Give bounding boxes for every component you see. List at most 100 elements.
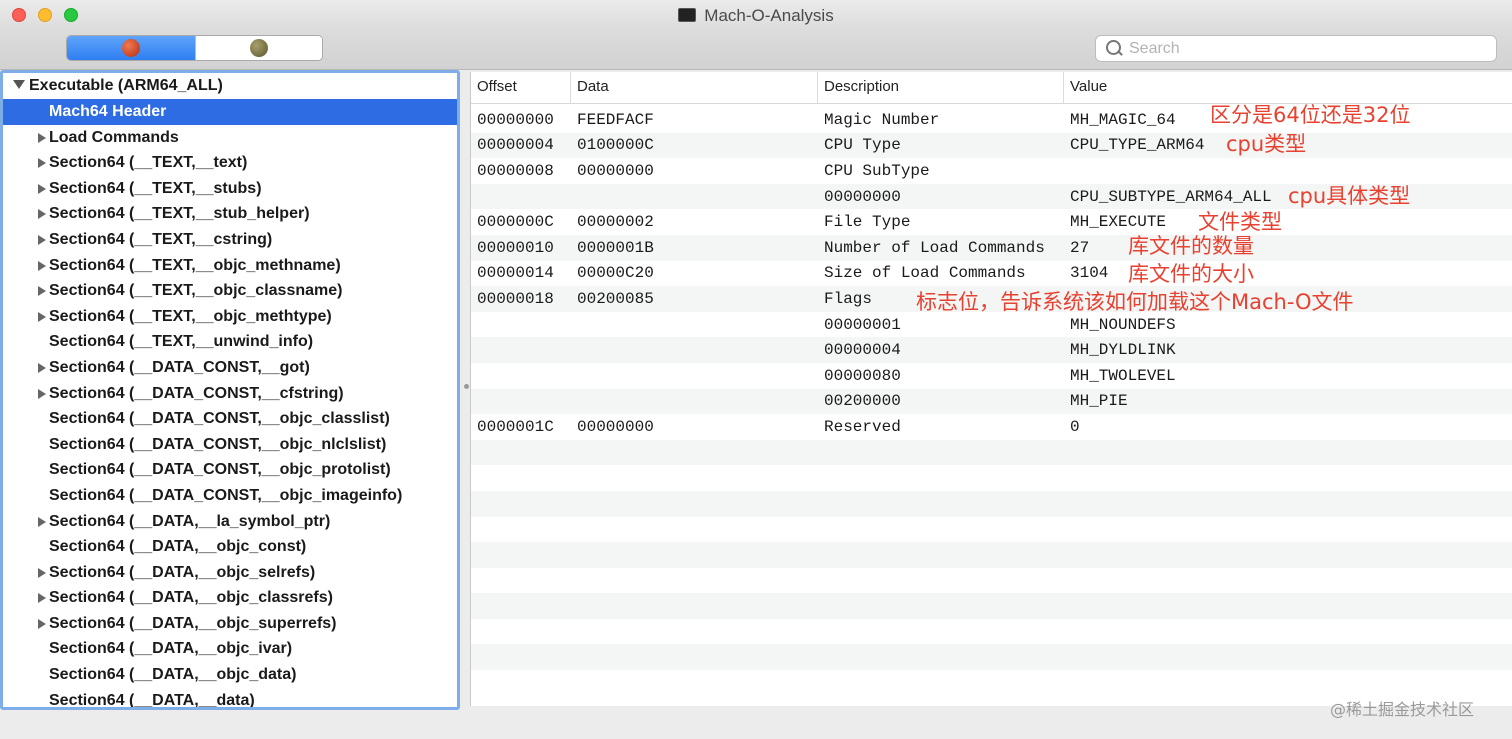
cell-offset: 00000014 xyxy=(477,264,554,283)
table-row[interactable] xyxy=(471,465,1512,491)
disclosure-collapsed-icon[interactable] xyxy=(38,516,46,527)
tree-item[interactable]: Section64 (__DATA_CONST,__objc_imageinfo… xyxy=(3,483,457,509)
cell-offset: 00000008 xyxy=(477,161,554,180)
segment-rva-view[interactable] xyxy=(194,36,322,60)
table-row[interactable] xyxy=(471,490,1512,517)
tree-item[interactable]: Section64 (__TEXT,__cstring) xyxy=(3,227,457,253)
tree-item-label: Section64 (__DATA_CONST,__objc_protolist… xyxy=(49,461,391,479)
tree-item[interactable]: Load Commands xyxy=(3,125,457,151)
cell-value: MH_NOUNDEFS xyxy=(1070,315,1176,334)
disclosure-collapsed-icon[interactable] xyxy=(38,362,46,373)
cell-value: MH_DYLDLINK xyxy=(1070,341,1176,360)
tree-item[interactable]: Section64 (__DATA,__objc_const) xyxy=(3,534,457,560)
tree-item-label: Section64 (__TEXT,__objc_methtype) xyxy=(49,307,332,325)
table-row[interactable]: 00000080 MH_TWOLEVEL xyxy=(471,363,1512,389)
table-row[interactable]: 00200000 MH_PIE xyxy=(471,388,1512,415)
tree-item[interactable]: Section64 (__DATA,__objc_classrefs) xyxy=(3,585,457,611)
disclosure-collapsed-icon[interactable] xyxy=(38,286,46,297)
table-row[interactable] xyxy=(471,542,1512,568)
table-row[interactable] xyxy=(471,619,1512,645)
column-header-data[interactable]: Data xyxy=(571,72,818,103)
tree-item-label: Section64 (__DATA_CONST,__objc_nlclslist… xyxy=(49,435,387,453)
cell-offset: 0000000C xyxy=(477,213,554,232)
table-row[interactable] xyxy=(471,517,1512,543)
disclosure-collapsed-icon[interactable] xyxy=(38,183,46,194)
table-row[interactable] xyxy=(471,568,1512,594)
table-row[interactable]: 00000004 0100000C CPU Type CPU_TYPE_ARM64 xyxy=(471,132,1512,159)
tree-item[interactable]: Section64 (__DATA,__objc_data) xyxy=(3,662,457,688)
tree-item[interactable]: Section64 (__DATA_CONST,__objc_protolist… xyxy=(3,457,457,483)
tree-root-executable[interactable]: Executable (ARM64_ALL) xyxy=(3,73,457,99)
tree-item[interactable]: Section64 (__TEXT,__stubs) xyxy=(3,176,457,202)
disclosure-collapsed-icon[interactable] xyxy=(38,311,46,322)
red-apple-icon xyxy=(121,39,140,57)
cell-description: 00000001 xyxy=(824,315,901,334)
tree-item-label: Section64 (__DATA_CONST,__cfstring) xyxy=(49,384,344,402)
disclosure-collapsed-icon[interactable] xyxy=(38,158,46,169)
tree-item[interactable]: Section64 (__TEXT,__text) xyxy=(3,150,457,176)
table-row[interactable]: 0000000C 00000002 File Type MH_EXECUTE xyxy=(471,209,1512,235)
tree-item[interactable]: Section64 (__TEXT,__unwind_info) xyxy=(3,329,457,355)
tree-item-label: Section64 (__DATA_CONST,__objc_classlist… xyxy=(49,410,390,428)
table-row[interactable]: 00000004 MH_DYLDLINK xyxy=(471,337,1512,363)
tree-item[interactable]: Section64 (__DATA,__objc_superrefs) xyxy=(3,611,457,637)
table-row[interactable]: 0000001C 00000000 Reserved 0 xyxy=(471,414,1512,440)
tree-root-label: Executable (ARM64_ALL) xyxy=(29,77,223,94)
disclosure-collapsed-icon[interactable] xyxy=(38,234,46,245)
column-header-description[interactable]: Description xyxy=(818,72,1064,103)
disclosure-collapsed-icon[interactable] xyxy=(38,593,46,604)
cell-description: Size of Load Commands xyxy=(824,264,1026,283)
table-row[interactable] xyxy=(471,439,1512,466)
tree-item[interactable]: Section64 (__TEXT,__stub_helper) xyxy=(3,201,457,227)
disclosure-collapsed-icon[interactable] xyxy=(38,567,46,578)
tree-item[interactable]: Section64 (__DATA_CONST,__objc_nlclslist… xyxy=(3,432,457,458)
cell-data: 00000000 xyxy=(577,161,654,180)
cell-description: Number of Load Commands xyxy=(824,238,1045,257)
tree-item-label: Section64 (__DATA,__objc_const) xyxy=(49,538,307,556)
tree-item[interactable]: Section64 (__DATA_CONST,__objc_classlist… xyxy=(3,406,457,432)
tree-item[interactable]: Section64 (__DATA,__la_symbol_ptr) xyxy=(3,509,457,535)
tree-item[interactable]: Section64 (__DATA,__data) xyxy=(3,688,457,709)
tree-item-label: Section64 (__DATA_CONST,__objc_imageinfo… xyxy=(49,486,403,504)
watermark-text: @稀土掘金技术社区 xyxy=(1330,700,1475,719)
tree-item-label: Section64 (__DATA,__data) xyxy=(49,691,255,709)
structure-tree[interactable]: Executable (ARM64_ALL) Mach64 Header Load… xyxy=(0,70,460,710)
cell-value: 0 xyxy=(1070,417,1080,436)
window-title: Mach-O-Analysis xyxy=(0,6,1512,26)
cell-value: MH_EXECUTE xyxy=(1070,213,1167,232)
column-header-offset[interactable]: Offset xyxy=(471,72,571,103)
table-row[interactable] xyxy=(471,670,1512,696)
disclosure-collapsed-icon[interactable] xyxy=(38,618,46,629)
tree-item[interactable]: Section64 (__TEXT,__objc_methtype) xyxy=(3,304,457,330)
table-row[interactable] xyxy=(471,644,1512,671)
cell-description: 00000080 xyxy=(824,366,901,385)
tree-item[interactable]: Section64 (__TEXT,__objc_classname) xyxy=(3,278,457,304)
tree-item-label: Section64 (__DATA,__objc_selrefs) xyxy=(49,563,316,581)
cell-data: 00000002 xyxy=(577,213,654,232)
search-field[interactable]: Search xyxy=(1095,35,1497,62)
annotation-ncmds: 库文件的数量 xyxy=(1128,234,1254,258)
cell-offset: 00000004 xyxy=(477,136,554,155)
cell-offset: 0000001C xyxy=(477,417,554,436)
tree-item-label: Section64 (__TEXT,__objc_classname) xyxy=(49,282,343,300)
segment-raw-view[interactable] xyxy=(67,36,195,60)
cell-data: 00000C20 xyxy=(577,264,654,283)
cell-data: FEEDFACF xyxy=(577,110,654,129)
tree-item[interactable]: Section64 (__TEXT,__objc_methname) xyxy=(3,253,457,279)
disclosure-collapsed-icon[interactable] xyxy=(38,132,46,143)
tree-item[interactable]: Section64 (__DATA,__objc_ivar) xyxy=(3,636,457,662)
table-row[interactable] xyxy=(471,593,1512,619)
table-row[interactable]: 00000014 00000C20 Size of Load Commands 310… xyxy=(471,261,1512,287)
disclosure-collapsed-icon[interactable] xyxy=(38,209,46,220)
tree-item[interactable]: Section64 (__DATA_CONST,__got) xyxy=(3,355,457,381)
cell-description: 00000004 xyxy=(824,341,901,360)
annotation-cpu-subtype: cpu具体类型 xyxy=(1288,184,1411,208)
tree-item[interactable]: Section64 (__DATA_CONST,__cfstring) xyxy=(3,381,457,407)
disclosure-collapsed-icon[interactable] xyxy=(38,260,46,271)
tree-item[interactable]: Mach64 Header xyxy=(3,99,457,125)
disclosure-collapsed-icon[interactable] xyxy=(38,388,46,399)
cell-description: 00000000 xyxy=(824,187,901,206)
tree-item[interactable]: Section64 (__DATA,__objc_selrefs) xyxy=(3,560,457,586)
table-row[interactable]: 00000010 0000001B Number of Load Commands 2… xyxy=(471,234,1512,261)
disclosure-expanded-icon[interactable] xyxy=(13,80,25,89)
